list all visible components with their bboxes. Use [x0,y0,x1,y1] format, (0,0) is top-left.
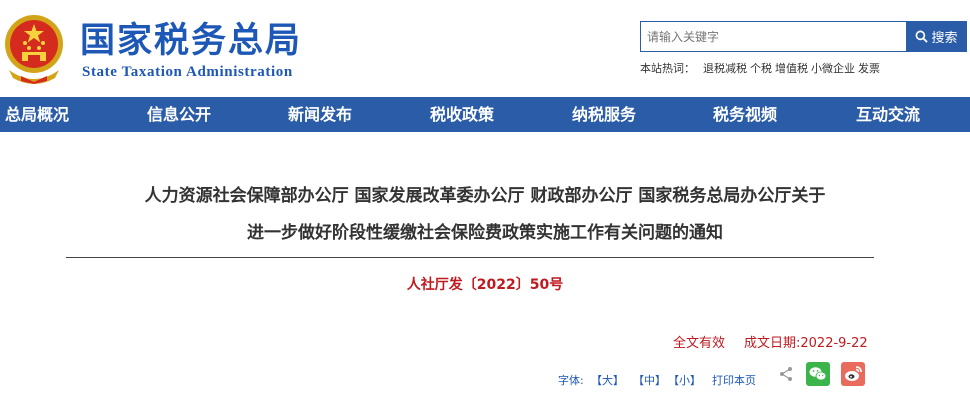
article-title-line2: 进一步做好阶段性缓缴社会保险费政策实施工作有关问题的通知 [247,223,723,243]
nav-item-tax-video[interactable]: 税务视频 [713,97,777,132]
main-nav: 总局概况 信息公开 新闻发布 税收政策 纳税服务 税务视频 互动交流 [0,97,970,132]
hotword-link[interactable]: 增值税 [775,62,808,75]
nav-item-info-disclosure[interactable]: 信息公开 [147,97,211,132]
hotword-link[interactable]: 退税减税 [703,62,747,75]
document-number: 人社厅发〔2022〕50号 [406,277,564,293]
validity-status: 全文有效 [673,336,726,351]
search-input[interactable] [640,21,908,52]
hotwords-label: 本站热词： [640,62,695,75]
weibo-icon[interactable] [841,362,865,386]
issue-date: 成文日期:2022-9-22 [744,332,868,351]
font-size-label: 字体: [558,374,584,387]
wechat-icon[interactable] [806,362,830,386]
article-title-line1: 人力资源社会保障部办公厅 国家发展改革委办公厅 财政部办公厅 国家税务总局办公厅… [144,186,826,206]
logo-title-cn[interactable]: 国家税务总局 [80,21,302,61]
site-header: 国家税务总局 State Taxation Administration 搜索 … [0,0,970,97]
hotword-link[interactable]: 发票 [858,62,880,75]
title-divider [66,257,874,258]
nav-item-overview[interactable]: 总局概况 [5,97,69,132]
search-icon [916,30,929,43]
nav-item-taxpayer-service[interactable]: 纳税服务 [572,97,636,132]
nav-item-news[interactable]: 新闻发布 [288,97,352,132]
print-button[interactable]: 打印本页 [712,372,756,388]
date-value: 2022-9-22 [800,336,868,351]
font-large-button[interactable]: 【大】 [591,372,624,388]
date-label: 成文日期: [744,336,801,351]
search-button[interactable]: 搜索 [906,21,967,52]
font-medium-button[interactable]: 【中】 [633,372,666,388]
nav-item-tax-policy[interactable]: 税收政策 [430,97,494,132]
nav-item-interaction[interactable]: 互动交流 [856,97,920,132]
font-small-button[interactable]: 【小】 [668,372,701,388]
hotwords-bar: 本站热词： 退税减税 个税 增值税 小微企业 发票 [640,60,883,76]
search-button-label: 搜索 [931,31,958,46]
hotword-link[interactable]: 个税 [750,62,772,75]
hotword-link[interactable]: 小微企业 [811,62,855,75]
logo-title-en[interactable]: State Taxation Administration [82,64,293,81]
share-icon[interactable] [778,366,794,382]
national-emblem-icon[interactable] [3,10,65,84]
